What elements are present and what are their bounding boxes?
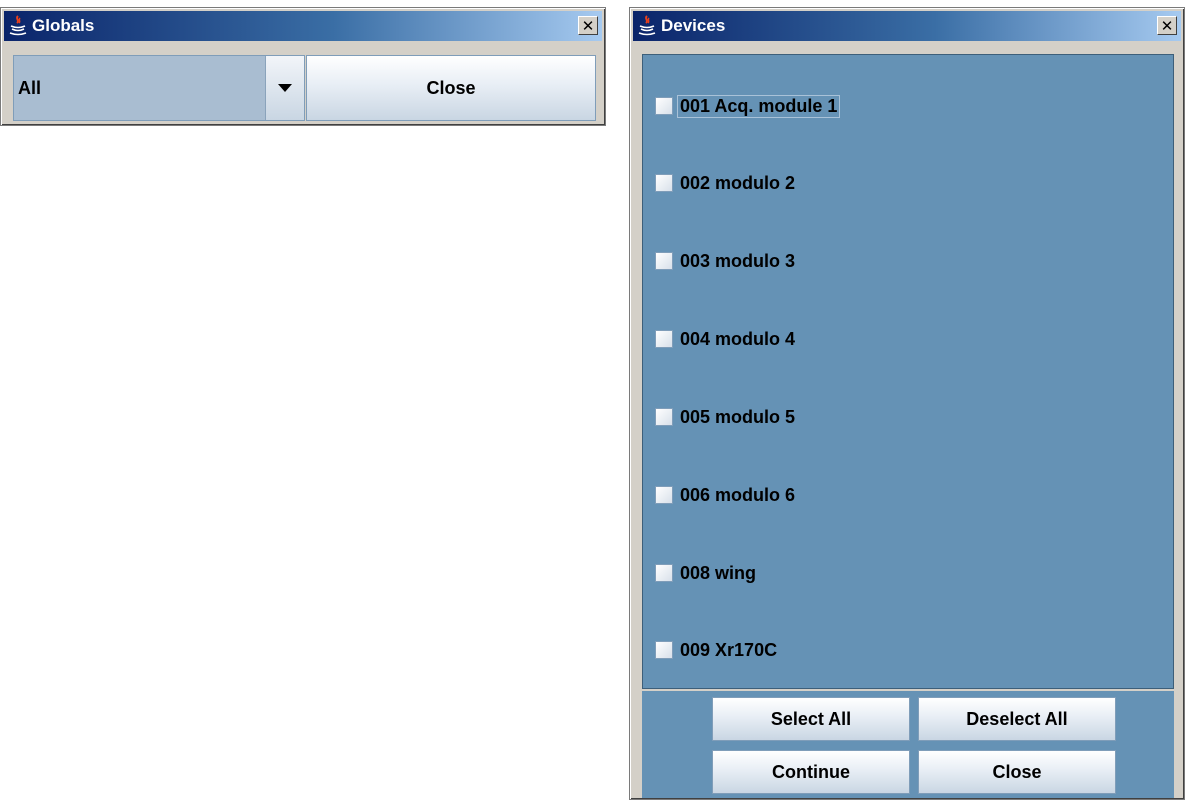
close-button[interactable]: Close — [306, 55, 596, 121]
devices-window: Devices ✕ 001 Acq. module 1 002 modulo 2… — [629, 7, 1185, 800]
deselect-all-button[interactable]: Deselect All — [918, 697, 1116, 741]
close-button[interactable]: Close — [918, 750, 1116, 794]
device-label[interactable]: 002 modulo 2 — [677, 172, 798, 195]
device-item[interactable]: 001 Acq. module 1 — [655, 93, 841, 119]
window-title: Devices — [661, 16, 726, 35]
close-icon[interactable]: ✕ — [578, 16, 598, 35]
device-label[interactable]: 003 modulo 3 — [677, 250, 798, 273]
device-item[interactable]: 005 modulo 5 — [655, 404, 798, 430]
close-icon[interactable]: ✕ — [1157, 16, 1177, 35]
device-label[interactable]: 006 modulo 6 — [677, 484, 798, 507]
device-item[interactable]: 003 modulo 3 — [655, 248, 798, 274]
device-label[interactable]: 009 Xr170C — [677, 639, 780, 662]
device-label[interactable]: 001 Acq. module 1 — [677, 94, 841, 118]
device-item[interactable]: 002 modulo 2 — [655, 170, 798, 196]
continue-button[interactable]: Continue — [712, 750, 910, 794]
window-title: Globals — [32, 16, 95, 35]
button-panel: Select All Deselect All Continue Close — [642, 691, 1174, 798]
device-checkbox[interactable] — [655, 330, 673, 348]
device-label[interactable]: 004 modulo 4 — [677, 328, 798, 351]
device-checkbox[interactable] — [655, 486, 673, 504]
java-coffee-icon — [638, 15, 656, 36]
device-item[interactable]: 006 modulo 6 — [655, 482, 798, 508]
globals-window: Globals ✕ All Close — [0, 7, 606, 126]
device-checkbox[interactable] — [655, 641, 673, 659]
devices-titlebar[interactable]: Devices ✕ — [633, 11, 1181, 41]
device-item[interactable]: 008 wing — [655, 560, 759, 586]
device-label[interactable]: 005 modulo 5 — [677, 406, 798, 429]
java-coffee-icon — [9, 15, 27, 36]
device-checkbox[interactable] — [655, 408, 673, 426]
select-all-button[interactable]: Select All — [712, 697, 910, 741]
device-checkbox[interactable] — [655, 174, 673, 192]
device-checkbox[interactable] — [655, 97, 673, 115]
device-label[interactable]: 008 wing — [677, 562, 759, 585]
device-list: 001 Acq. module 1 002 modulo 2 003 modul… — [642, 54, 1174, 689]
globals-combo-box[interactable]: All — [13, 55, 305, 121]
device-item[interactable]: 004 modulo 4 — [655, 326, 798, 352]
globals-titlebar[interactable]: Globals ✕ — [4, 11, 602, 41]
device-checkbox[interactable] — [655, 252, 673, 270]
combo-selected-value[interactable]: All — [14, 56, 266, 120]
device-item[interactable]: 009 Xr170C — [655, 637, 780, 663]
device-checkbox[interactable] — [655, 564, 673, 582]
chevron-down-icon[interactable] — [266, 56, 304, 120]
